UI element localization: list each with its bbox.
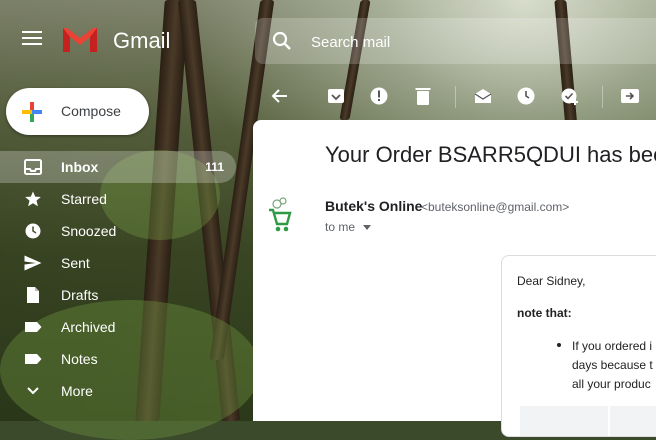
sender-name: Butek's Online [325, 198, 423, 214]
message-line: all your produc [572, 377, 651, 391]
message-greeting: Dear Sidney, [517, 274, 586, 288]
sidebar-item-label: Archived [61, 319, 116, 335]
back-arrow-icon[interactable] [270, 86, 290, 106]
search-input[interactable] [309, 31, 613, 53]
sidebar-item-label: Drafts [61, 287, 99, 303]
compose-button[interactable]: Compose [6, 88, 149, 135]
caret-down-icon[interactable] [363, 225, 371, 230]
message-note: note that: [517, 306, 572, 320]
send-icon [24, 255, 42, 271]
compose-label: Compose [61, 103, 121, 119]
sidebar-nav: Inbox 111 Starred Snoozed Sent Drafts Ar… [0, 151, 240, 407]
toolbar-divider [602, 86, 603, 108]
sidebar-item-label: More [61, 383, 93, 399]
search-icon[interactable] [271, 30, 293, 52]
clock-icon [25, 223, 41, 239]
sidebar-item-label: Snoozed [61, 223, 117, 239]
sidebar-item-inbox[interactable]: Inbox 111 [0, 151, 236, 183]
sidebar-item-label: Notes [61, 351, 98, 367]
main-menu-icon[interactable] [22, 31, 42, 45]
plus-icon [22, 102, 42, 122]
archive-icon[interactable] [326, 86, 346, 106]
sidebar-item-label: Sent [61, 255, 90, 271]
sidebar-item-label: Starred [61, 191, 107, 207]
chevron-down-icon [27, 387, 39, 395]
message-toolbar [258, 80, 656, 114]
sidebar-item-archived[interactable]: Archived [0, 311, 240, 343]
sidebar-item-sent[interactable]: Sent [0, 247, 240, 279]
toolbar-divider [455, 86, 456, 108]
label-icon [25, 322, 42, 332]
sender-avatar [269, 197, 292, 232]
message-body-card: Dear Sidney, note that: If you ordered i… [501, 255, 656, 437]
message-line: days because t [572, 358, 653, 372]
table-cell [520, 406, 608, 436]
star-icon [25, 191, 41, 207]
sender-email: <buteksonline@gmail.com> [421, 200, 570, 214]
snooze-icon[interactable] [516, 86, 536, 106]
sidebar-item-more[interactable]: More [0, 375, 240, 407]
sidebar-item-snoozed[interactable]: Snoozed [0, 215, 240, 247]
mark-unread-icon[interactable] [473, 86, 493, 106]
message-line: If you ordered i [572, 339, 653, 353]
report-spam-icon[interactable] [369, 86, 389, 106]
gmail-logo-icon [63, 28, 97, 52]
message-panel: Your Order BSARR5QDUI has been Butek's O… [253, 120, 656, 437]
sidebar-item-notes[interactable]: Notes [0, 343, 240, 375]
sidebar-item-label: Inbox [61, 159, 99, 175]
inbox-icon [24, 159, 42, 175]
label-icon [25, 354, 42, 364]
sidebar-item-starred[interactable]: Starred [0, 183, 240, 215]
search-bar[interactable] [255, 18, 656, 64]
recipient-label[interactable]: to me [325, 220, 355, 234]
move-to-icon[interactable] [620, 86, 640, 106]
delete-icon[interactable] [413, 86, 433, 106]
sidebar-item-drafts[interactable]: Drafts [0, 279, 240, 311]
top-bar: Gmail [0, 0, 656, 72]
draft-icon [27, 287, 39, 303]
table-cell [610, 406, 656, 436]
message-subject: Your Order BSARR5QDUI has been [325, 142, 656, 167]
bullet-dot [557, 343, 561, 347]
add-to-tasks-icon[interactable] [560, 86, 580, 106]
app-brand: Gmail [113, 28, 171, 53]
unread-count: 111 [205, 160, 224, 174]
